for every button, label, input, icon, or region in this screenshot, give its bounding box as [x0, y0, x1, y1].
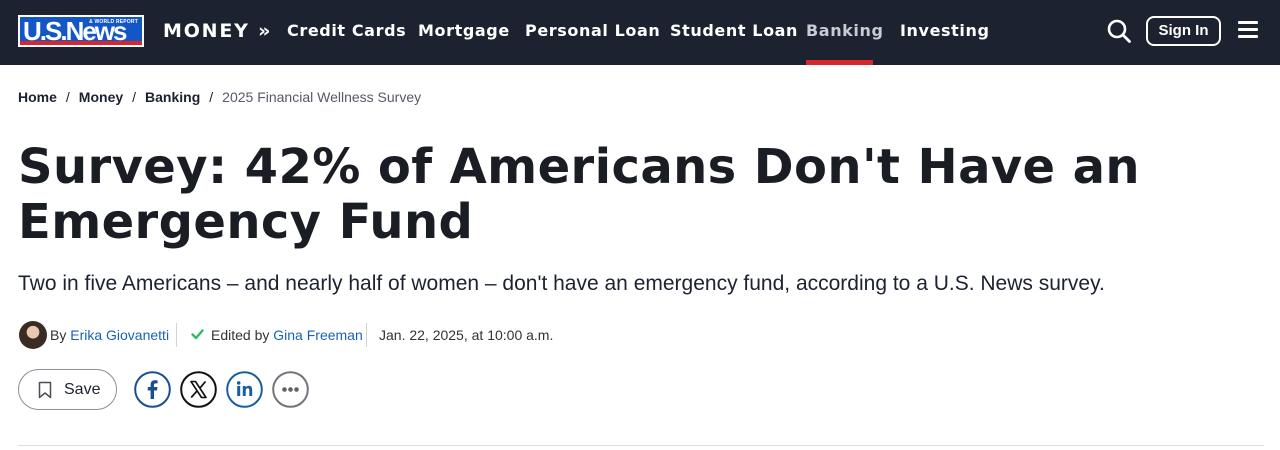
search-icon[interactable]	[1106, 18, 1132, 44]
logo-red-stripe	[20, 41, 142, 45]
linkedin-icon	[226, 371, 263, 408]
breadcrumb-home[interactable]: Home	[18, 89, 57, 105]
article-byline: By Erika Giovanetti Edited by Gina Freem…	[18, 320, 618, 350]
article-title: Survey: 42% of Americans Don't Have an E…	[18, 139, 1140, 250]
editor-line: Edited by Gina Freeman	[211, 320, 363, 350]
by-label: By	[50, 327, 67, 343]
breadcrumb-money[interactable]: Money	[79, 89, 123, 105]
author-line: By Erika Giovanetti	[50, 320, 169, 350]
nav-item-credit-cards[interactable]: Credit Cards	[287, 21, 406, 41]
nav-item-personal-loan[interactable]: Personal Loan	[525, 21, 660, 41]
facebook-share-button[interactable]	[134, 371, 171, 408]
linkedin-share-button[interactable]	[226, 371, 263, 408]
section-divider	[18, 445, 1264, 446]
more-options-icon	[272, 371, 309, 408]
breadcrumb-banking[interactable]: Banking	[145, 89, 200, 105]
breadcrumb: Home / Money / Banking / 2025 Financial Wellne…	[18, 88, 421, 106]
author-avatar[interactable]	[19, 321, 47, 349]
save-button[interactable]: Save	[18, 369, 117, 410]
check-icon	[191, 329, 204, 340]
editor-link[interactable]: Gina Freeman	[273, 327, 362, 343]
nav-item-student-loan[interactable]: Student Loan	[670, 21, 798, 41]
money-section-link[interactable]: MONEY »	[163, 19, 272, 43]
top-navigation-bar: U.S.News & WORLD REPORT MONEY » Credit C…	[0, 0, 1280, 65]
edited-by-label: Edited by	[211, 327, 270, 343]
nav-item-investing[interactable]: Investing	[900, 21, 990, 41]
sign-in-button[interactable]: Sign In	[1146, 16, 1221, 46]
save-label: Save	[64, 381, 101, 398]
article-subtitle: Two in five Americans – and nearly half …	[18, 272, 1105, 295]
breadcrumb-separator: /	[209, 89, 214, 105]
x-share-button[interactable]	[180, 371, 217, 408]
publish-date: Jan. 22, 2025, at 10:00 a.m.	[379, 327, 554, 343]
author-link[interactable]: Erika Giovanetti	[70, 327, 169, 343]
breadcrumb-separator: /	[132, 89, 137, 105]
nav-item-mortgage[interactable]: Mortgage	[418, 21, 510, 41]
active-nav-underline	[806, 60, 873, 65]
facebook-icon	[134, 371, 171, 408]
byline-divider	[176, 323, 177, 347]
byline-divider	[366, 323, 367, 347]
breadcrumb-separator: /	[65, 89, 70, 105]
more-share-options-button[interactable]	[272, 371, 309, 408]
x-twitter-icon	[180, 371, 217, 408]
logo-subtext: & WORLD REPORT	[89, 19, 138, 25]
breadcrumb-current-page: 2025 Financial Wellness Survey	[222, 89, 422, 105]
usnews-logo[interactable]: U.S.News & WORLD REPORT	[18, 15, 144, 47]
hamburger-menu-icon[interactable]	[1238, 21, 1258, 39]
bookmark-icon	[38, 381, 52, 399]
nav-item-banking[interactable]: Banking	[806, 21, 884, 41]
